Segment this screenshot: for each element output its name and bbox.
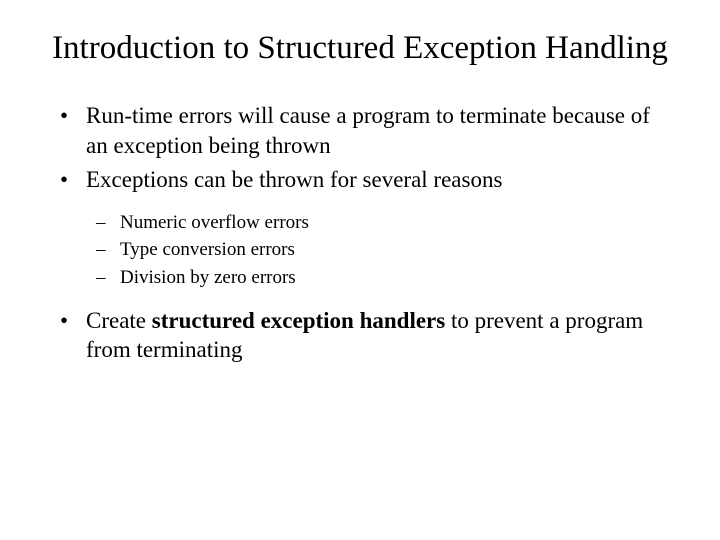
slide-title: Introduction to Structured Exception Han… bbox=[48, 28, 672, 69]
sub-bullet-list: Numeric overflow errors Type conversion … bbox=[90, 209, 672, 292]
sub-bullet-item: Type conversion errors bbox=[90, 236, 672, 264]
bullet-text-pre: Create bbox=[86, 308, 152, 333]
bullet-text: Exceptions can be thrown for several rea… bbox=[86, 167, 502, 192]
main-bullet-list: Run-time errors will cause a program to … bbox=[48, 101, 672, 365]
sub-bullet-item: Numeric overflow errors bbox=[90, 209, 672, 237]
bullet-item: Exceptions can be thrown for several rea… bbox=[48, 165, 672, 292]
bullet-text-bold: structured exception handlers bbox=[152, 308, 445, 333]
bullet-item: Create structured exception handlers to … bbox=[48, 306, 672, 366]
sub-bullet-item: Division by zero errors bbox=[90, 264, 672, 292]
bullet-item: Run-time errors will cause a program to … bbox=[48, 101, 672, 161]
